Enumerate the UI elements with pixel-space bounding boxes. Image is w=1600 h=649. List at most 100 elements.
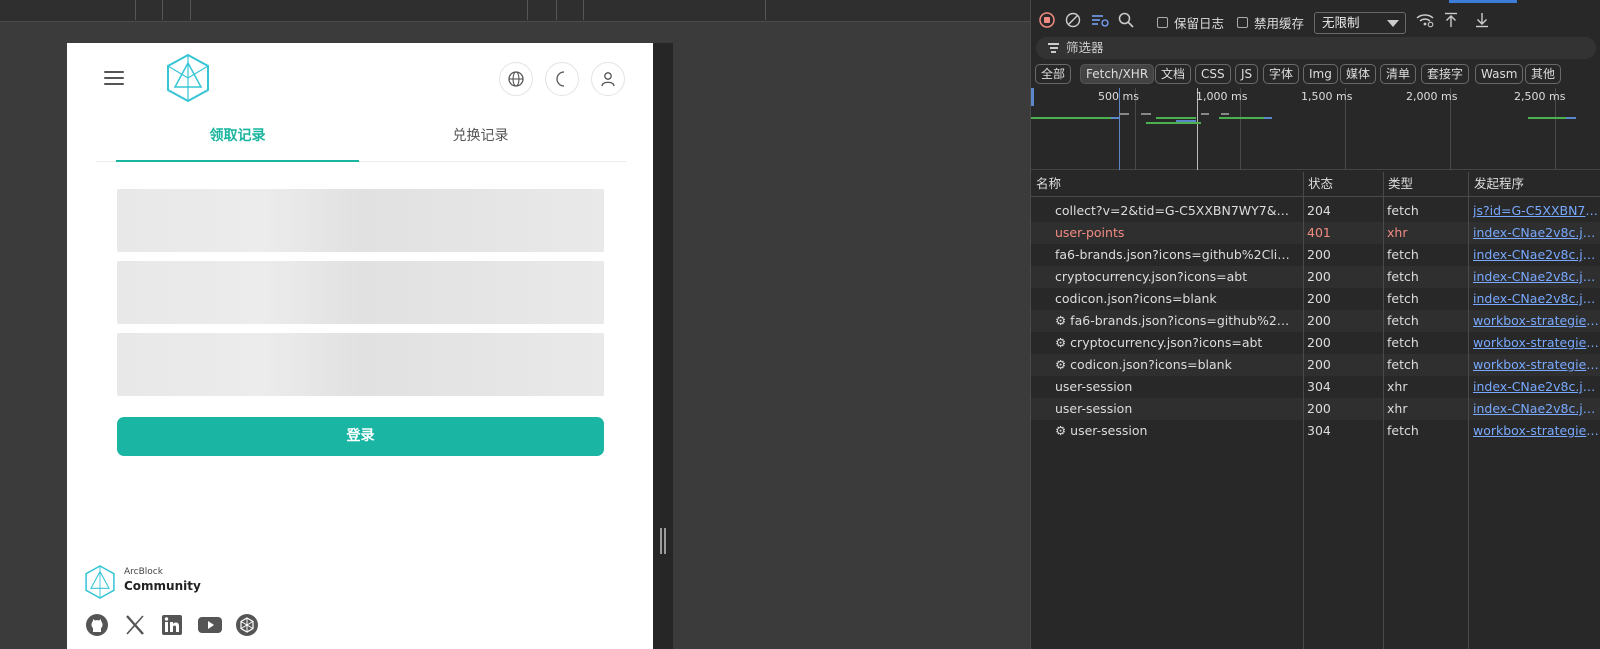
request-row[interactable]: ⚙ cryptocurrency.json?icons=abt 200 fetch w…	[1031, 332, 1600, 354]
type-filter-all[interactable]: 全部	[1035, 64, 1072, 84]
column-status-header[interactable]: 状态	[1303, 172, 1333, 197]
type-filter-manifest[interactable]: 清单	[1380, 64, 1417, 84]
request-row[interactable]: ⚙ codicon.json?icons=blank 200 fetch workbo…	[1031, 354, 1600, 376]
request-row[interactable]: ⚙ user-session 304 fetch workbox-strategies…	[1031, 420, 1600, 442]
request-type: fetch	[1387, 291, 1419, 306]
request-initiator-link[interactable]: index-CNae2v8c.js:58	[1473, 376, 1600, 398]
network-conditions-button[interactable]	[1416, 11, 1434, 29]
record-stop-icon	[1039, 12, 1055, 28]
request-initiator-link[interactable]: index-CNae2v8c.js:35	[1473, 288, 1600, 310]
loading-skeleton	[117, 261, 604, 324]
request-initiator-link[interactable]: workbox-strategies.p	[1473, 332, 1600, 354]
footer-brand[interactable]: ArcBlock Community	[84, 562, 224, 602]
mobile-viewport: 领取记录 兑换记录 登录 ArcBlock Community	[67, 43, 653, 649]
preserve-log-checkbox[interactable]: 保留日志	[1157, 13, 1224, 32]
request-row[interactable]: codicon.json?icons=blank 200 fetch index-CN…	[1031, 288, 1600, 310]
youtube-link[interactable]	[197, 612, 223, 638]
record-tabs: 领取记录 兑换记录	[96, 121, 626, 162]
tab-claim-records[interactable]: 领取记录	[116, 121, 359, 162]
search-button[interactable]	[1117, 11, 1135, 29]
request-type: xhr	[1387, 379, 1408, 394]
clear-button[interactable]	[1064, 11, 1082, 29]
arcblock-logo-icon[interactable]	[165, 53, 211, 103]
request-status: 200	[1307, 269, 1331, 284]
filter-input[interactable]: 筛选器	[1036, 37, 1596, 59]
request-bar	[1201, 113, 1209, 115]
type-filter-css[interactable]: CSS	[1195, 64, 1231, 84]
request-initiator-link[interactable]: workbox-strategies.p	[1473, 420, 1600, 442]
request-row[interactable]: fa6-brands.json?icons=github%2Clink... 20…	[1031, 244, 1600, 266]
request-initiator-link[interactable]: index-CNae2v8c.js:35	[1473, 244, 1600, 266]
request-initiator-link[interactable]: workbox-strategies.p	[1473, 310, 1600, 332]
filter-toggle-button[interactable]	[1091, 11, 1109, 29]
request-row[interactable]: collect?v=2&tid=G-C5XXBN7WY7&gt... 204 fet…	[1031, 200, 1600, 222]
upload-icon	[1445, 12, 1457, 27]
request-bar	[1031, 117, 1111, 119]
menu-icon-line	[104, 83, 124, 85]
filter-settings-icon	[1092, 15, 1109, 27]
request-row[interactable]: user-points 401 xhr index-CNae2v8c.js:58	[1031, 222, 1600, 244]
request-initiator-link[interactable]: workbox-strategies.p	[1473, 354, 1600, 376]
request-initiator-link[interactable]: index-CNae2v8c.js:58	[1473, 398, 1600, 420]
request-name: fa6-brands.json?icons=github%2Clink...	[1055, 247, 1295, 262]
viewport-resize-handle[interactable]	[660, 528, 666, 554]
checkbox-box	[1157, 17, 1168, 28]
type-filter-wasm[interactable]: Wasm	[1475, 64, 1524, 84]
type-filter-font[interactable]: 字体	[1263, 64, 1300, 84]
brand-name-top: ArcBlock	[124, 567, 163, 577]
timeline-label: 2,500 ms	[1514, 90, 1566, 103]
type-filter-img[interactable]: Img	[1303, 64, 1338, 84]
column-divider	[1468, 172, 1469, 649]
request-bar	[1219, 117, 1264, 119]
request-row[interactable]: cryptocurrency.json?icons=abt 200 fetch ind…	[1031, 266, 1600, 288]
request-row[interactable]: user-session 200 xhr index-CNae2v8c.js:58	[1031, 398, 1600, 420]
login-button[interactable]: 登录	[117, 417, 604, 456]
x-link[interactable]	[122, 612, 148, 638]
brand-name-bottom: Community	[124, 579, 201, 593]
checkbox-box	[1237, 17, 1248, 28]
arcblock-link[interactable]	[234, 612, 260, 638]
request-row[interactable]: ⚙ fa6-brands.json?icons=github%2Cli... 20…	[1031, 310, 1600, 332]
import-har-button[interactable]	[1442, 11, 1460, 29]
menu-button[interactable]	[102, 67, 126, 91]
tab-redeem-records[interactable]: 兑换记录	[359, 121, 602, 162]
request-status: 204	[1307, 203, 1331, 218]
column-name-header[interactable]: 名称	[1031, 172, 1061, 197]
ruler-tick	[556, 0, 557, 20]
disable-cache-checkbox[interactable]: 禁用缓存	[1237, 13, 1304, 32]
type-filter-fetch-xhr[interactable]: Fetch/XHR	[1080, 64, 1155, 84]
request-initiator-link[interactable]: js?id=G-C5XXBN7WY7	[1473, 200, 1600, 222]
type-filter-js[interactable]: JS	[1235, 64, 1259, 84]
type-filter-socket[interactable]: 套接字	[1421, 64, 1470, 84]
request-bar	[1528, 117, 1566, 119]
network-overview-timeline[interactable]: 500 ms 1,000 ms 1,500 ms 2,000 ms 2,500 …	[1031, 88, 1600, 170]
column-initiator-header[interactable]: 发起程序	[1469, 172, 1524, 197]
request-bar	[1146, 122, 1201, 124]
export-har-button[interactable]	[1473, 11, 1491, 29]
arcblock-community-logo-icon	[85, 565, 115, 599]
type-filter-media[interactable]: 媒体	[1340, 64, 1377, 84]
request-status: 200	[1307, 291, 1331, 306]
github-link[interactable]	[84, 612, 110, 638]
request-name: ⚙ codicon.json?icons=blank	[1055, 357, 1232, 372]
active-tab-indicator	[1449, 0, 1517, 3]
request-initiator-link[interactable]: index-CNae2v8c.js:35	[1473, 266, 1600, 288]
linkedin-link[interactable]	[159, 612, 185, 638]
language-button[interactable]	[499, 62, 533, 96]
request-type: xhr	[1387, 401, 1408, 416]
record-button[interactable]	[1038, 11, 1056, 29]
user-button[interactable]	[591, 62, 625, 96]
wifi-settings-icon	[1416, 14, 1434, 28]
request-type: fetch	[1387, 313, 1419, 328]
request-initiator-link[interactable]: index-CNae2v8c.js:58	[1473, 222, 1600, 244]
throttling-select[interactable]: 无限制	[1314, 12, 1406, 34]
menu-icon-line	[104, 77, 124, 79]
request-bar	[1111, 117, 1119, 119]
theme-toggle-button[interactable]	[545, 62, 579, 96]
request-name: ⚙ user-session	[1055, 423, 1148, 438]
request-status: 200	[1307, 247, 1331, 262]
column-type-header[interactable]: 类型	[1383, 172, 1413, 197]
type-filter-other[interactable]: 其他	[1525, 64, 1562, 84]
type-filter-doc[interactable]: 文档	[1155, 64, 1192, 84]
request-row[interactable]: user-session 304 xhr index-CNae2v8c.js:58	[1031, 376, 1600, 398]
